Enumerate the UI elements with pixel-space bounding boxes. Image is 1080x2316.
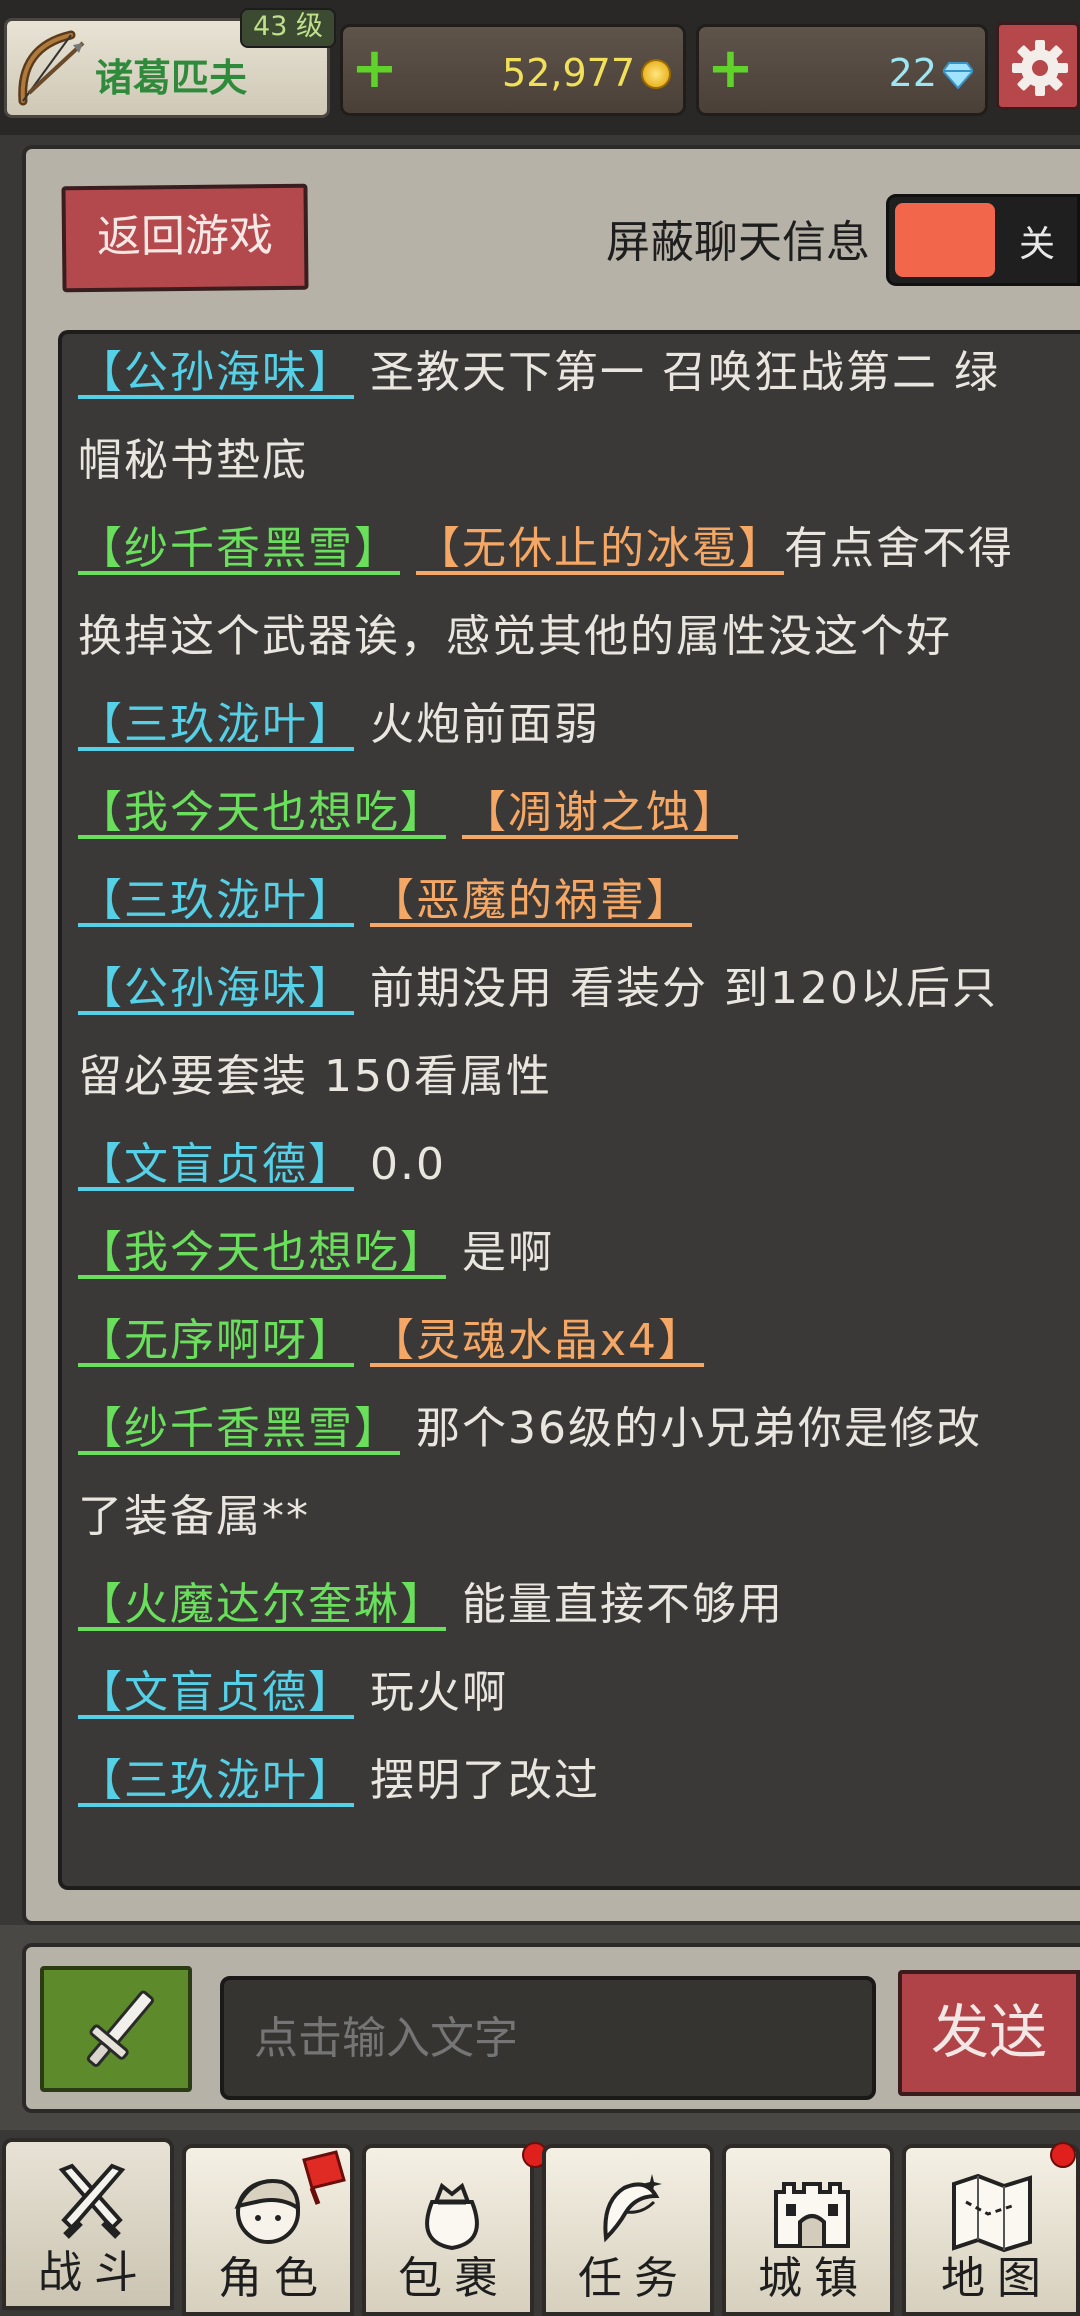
gold-coin-icon: [641, 59, 671, 89]
chat-message: 【纱千香黑雪】 那个36级的小兄弟你是修改: [78, 1385, 982, 1473]
tab-label: 角色: [218, 2253, 330, 2304]
chat-item-link[interactable]: 【无休止的冰雹】: [416, 523, 784, 574]
item-link-button[interactable]: [40, 1966, 192, 2092]
send-button[interactable]: 发送: [898, 1970, 1080, 2096]
chat-username[interactable]: 【三玖泷叶】: [78, 1755, 354, 1806]
sword-icon: [86, 1990, 154, 2067]
chat-text-input[interactable]: [220, 1976, 876, 2100]
chat-message: 【纱千香黑雪】 【无休止的冰雹】有点舍不得: [78, 505, 1014, 593]
chat-message: 【无序啊呀】 【灵魂水晶x4】: [78, 1297, 704, 1385]
chat-text: 摆明了改过: [370, 1755, 600, 1806]
chat-username[interactable]: 【火魔达尔奎琳】: [78, 1579, 446, 1630]
tab-town[interactable]: 城镇: [722, 2144, 894, 2316]
tab-label: 战斗: [38, 2247, 150, 2298]
chat-message: 【公孙海味】 前期没用 看装分 到120以后只: [78, 945, 998, 1033]
chat-message-cont: 帽秘书垫底: [78, 435, 308, 486]
tab-battle[interactable]: 战斗: [2, 2138, 174, 2310]
notification-dot: [1050, 2142, 1076, 2168]
chat-text: 前期没用 看装分 到120以后只: [370, 963, 998, 1014]
chat-log[interactable]: 【公孙海味】 圣教天下第一 召唤狂战第二 绿 帽秘书垫底 【纱千香黑雪】 【无休…: [58, 330, 1080, 1890]
chat-text: 圣教天下第一 召唤狂战第二 绿: [370, 347, 1000, 398]
chat-item-link[interactable]: 【恶魔的祸害】: [370, 875, 692, 926]
chat-message: 【我今天也想吃】 【凋谢之蚀】: [78, 769, 738, 857]
gold-counter: + 52,977: [340, 24, 686, 116]
back-to-game-button[interactable]: 返回游戏: [61, 183, 309, 293]
chat-username[interactable]: 【我今天也想吃】: [78, 787, 446, 838]
chat-username[interactable]: 【公孙海味】: [78, 963, 354, 1014]
gem-value: 22: [888, 51, 937, 95]
tab-inventory[interactable]: 包裹: [362, 2142, 548, 2316]
chat-item-link[interactable]: 【灵魂水晶x4】: [370, 1315, 704, 1366]
chat-username[interactable]: 【我今天也想吃】: [78, 1227, 446, 1278]
chat-text: 那个36级的小兄弟你是修改: [416, 1403, 982, 1454]
alert-flag-icon: [302, 2150, 346, 2205]
chat-username[interactable]: 【无序啊呀】: [78, 1315, 354, 1366]
chat-username[interactable]: 【公孙海味】: [78, 347, 354, 398]
chat-username[interactable]: 【文盲贞德】: [78, 1667, 354, 1718]
chat-message: 【我今天也想吃】 是啊: [78, 1209, 554, 1297]
tab-label: 城镇: [758, 2253, 870, 2304]
chat-message: 【三玖泷叶】 火炮前面弱: [78, 681, 600, 769]
tab-label: 地图: [941, 2253, 1053, 2304]
tab-map[interactable]: 地图: [902, 2142, 1080, 2316]
chat-username[interactable]: 【文盲贞德】: [78, 1139, 354, 1190]
chat-username[interactable]: 【三玖泷叶】: [78, 875, 354, 926]
chat-username[interactable]: 【纱千香黑雪】: [78, 1403, 400, 1454]
chat-text: 能量直接不够用: [462, 1579, 784, 1630]
chat-text: 0.0: [370, 1139, 446, 1190]
chat-message-cont: 了装备属**: [78, 1491, 310, 1542]
player-name: 诸葛匹夫: [95, 56, 248, 100]
diamond-icon: [943, 62, 973, 89]
block-chat-label: 屏蔽聊天信息: [606, 217, 870, 268]
settings-button[interactable]: [996, 22, 1080, 110]
chat-message-cont: 留必要套装 150看属性: [78, 1051, 552, 1102]
chat-message: 【三玖泷叶】 摆明了改过: [78, 1737, 600, 1825]
chat-message: 【公孙海味】 圣教天下第一 召唤狂战第二 绿: [78, 334, 1000, 417]
tab-label: 包裹: [398, 2253, 510, 2304]
chat-item-link[interactable]: 【凋谢之蚀】: [462, 787, 738, 838]
chat-text: 火炮前面弱: [370, 699, 600, 750]
gold-value: 52,977: [502, 51, 635, 95]
gear-icon: [1012, 40, 1068, 96]
gem-counter: + 22: [696, 24, 988, 116]
toggle-state: 关: [1019, 224, 1056, 265]
bow-icon: [18, 30, 85, 106]
chat-text: 有点舍不得: [784, 523, 1014, 574]
toggle-knob: [895, 203, 995, 277]
chat-message: 【火魔达尔奎琳】 能量直接不够用: [78, 1561, 784, 1649]
add-gem-button[interactable]: +: [707, 41, 754, 97]
chat-text: 是啊: [462, 1227, 554, 1278]
chat-message: 【三玖泷叶】 【恶魔的祸害】: [78, 857, 692, 945]
level-badge: 43 级: [240, 8, 336, 48]
chat-text: 玩火啊: [370, 1667, 508, 1718]
tab-quest[interactable]: 任务: [542, 2144, 714, 2316]
chat-message: 【文盲贞德】 玩火啊: [78, 1649, 508, 1737]
chat-message-cont: 换掉这个武器诶，感觉其他的属性没这个好: [78, 611, 952, 662]
add-gold-button[interactable]: +: [351, 41, 398, 97]
block-chat-toggle[interactable]: 关: [886, 194, 1080, 286]
tab-character[interactable]: 角色: [182, 2144, 354, 2316]
chat-username[interactable]: 【纱千香黑雪】: [78, 523, 400, 574]
chat-username[interactable]: 【三玖泷叶】: [78, 699, 354, 750]
chat-message: 【文盲贞德】 0.0: [78, 1121, 446, 1209]
tab-label: 任务: [578, 2253, 690, 2304]
